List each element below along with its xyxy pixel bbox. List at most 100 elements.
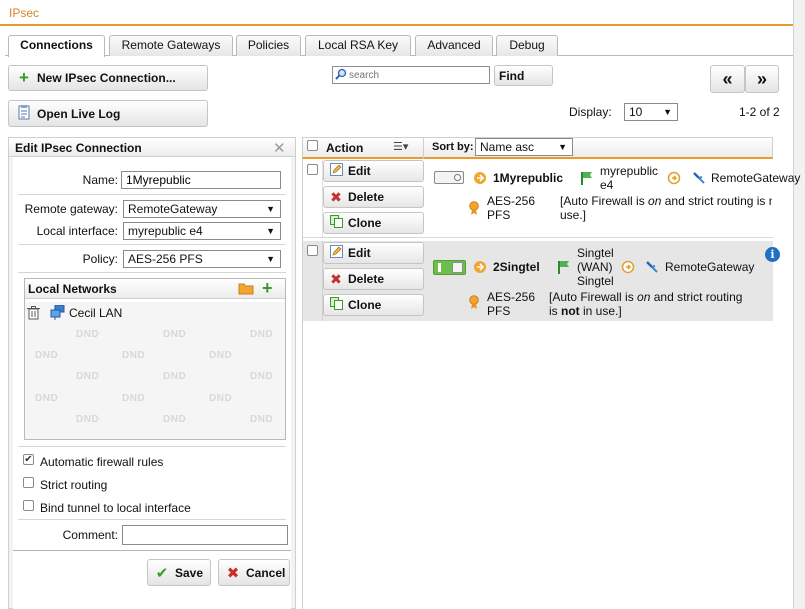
gateway-icon — [645, 260, 659, 277]
tab-advanced[interactable]: Advanced — [415, 35, 493, 56]
add-icon[interactable]: + — [262, 278, 273, 299]
select-all-checkbox[interactable] — [307, 140, 318, 151]
tab-policies[interactable]: Policies — [236, 35, 301, 56]
comment-label: Comment: — [62, 528, 118, 542]
firewall-note-line2: use.] — [560, 208, 587, 222]
enable-toggle[interactable] — [433, 260, 466, 275]
connection-icon — [473, 171, 487, 188]
sort-value: Name asc — [480, 140, 535, 154]
info-icon[interactable]: i — [765, 247, 780, 262]
edit-icon — [328, 163, 344, 179]
dnd-slot: DND — [122, 350, 146, 361]
action-column-header: Action — [326, 141, 364, 155]
dnd-slot: DND — [250, 414, 274, 425]
interface-icon — [580, 171, 593, 188]
local-interface-select[interactable]: myrepublic e4 ▼ — [123, 222, 281, 240]
row-checkbox[interactable] — [307, 245, 318, 256]
clone-label: Clone — [348, 216, 382, 230]
search-input[interactable] — [332, 66, 490, 84]
tab-remote-gateways[interactable]: Remote Gateways — [109, 35, 233, 56]
save-label: Save — [175, 565, 204, 580]
column-separator — [423, 137, 424, 159]
dnd-slot: DND — [35, 393, 59, 404]
tab-local-rsa-key[interactable]: Local RSA Key — [305, 35, 411, 56]
find-button[interactable]: Find — [494, 65, 553, 86]
strict-routing-label: Strict routing — [40, 478, 108, 492]
local-interface-value: myrepublic e4 — [128, 224, 203, 238]
local-network-item[interactable]: Cecil LAN — [69, 306, 122, 320]
remote-gateway-select[interactable]: RemoteGateway ▼ — [123, 200, 281, 218]
firewall-note-text: [Auto Firewall is — [560, 194, 649, 208]
remote-gateway-value: RemoteGateway — [128, 202, 218, 216]
close-icon[interactable]: ✕ — [273, 139, 286, 157]
delete-button[interactable]: ✖ Delete — [323, 186, 424, 208]
firewall-note-text: and strict routing is n — [661, 194, 772, 208]
dnd-slot: DND — [163, 371, 187, 382]
cancel-label: Cancel — [246, 565, 286, 580]
clone-icon — [328, 215, 344, 231]
edit-button[interactable]: Edit — [323, 242, 424, 264]
dnd-slot: DND — [163, 329, 187, 340]
column-menu-icon[interactable]: ☰▾ — [393, 140, 408, 153]
previous-page-button[interactable]: « — [710, 65, 745, 93]
delete-button[interactable]: ✖ Delete — [323, 268, 424, 290]
tab-debug[interactable]: Debug — [496, 35, 558, 56]
cancel-button[interactable]: ✖ Cancel — [218, 559, 290, 586]
open-live-log-button[interactable]: Open Live Log — [8, 100, 208, 127]
interface-name-line2: e4 — [600, 178, 614, 192]
gateway-name: RemoteGateway — [665, 260, 755, 274]
firewall-note-text: in use.] — [579, 304, 622, 318]
page-title: IPsec — [9, 6, 40, 20]
policy-icon — [468, 201, 480, 219]
chevron-down-icon: ▼ — [266, 204, 275, 214]
policy-icon — [468, 295, 480, 313]
firewall-note-not: not — [561, 304, 580, 318]
remote-gateway-label: Remote gateway: — [24, 202, 118, 216]
divider — [18, 244, 286, 245]
network-icon — [50, 304, 66, 323]
add-icon: + — [19, 68, 29, 87]
open-live-log-label: Open Live Log — [37, 106, 121, 121]
dnd-slot: DND — [250, 329, 274, 340]
strict-routing-checkbox[interactable] — [23, 477, 34, 488]
firewall-note: [Auto Firewall is on and strict routing — [549, 290, 742, 304]
name-field[interactable] — [121, 171, 281, 189]
comment-field[interactable] — [122, 525, 288, 545]
edit-button[interactable]: Edit — [323, 160, 424, 182]
bind-tunnel-label: Bind tunnel to local interface — [40, 501, 191, 515]
firewall-note-text: and strict routing — [650, 290, 743, 304]
enable-toggle[interactable] — [434, 171, 464, 184]
sort-select[interactable]: Name asc ▼ — [475, 138, 573, 156]
bind-tunnel-checkbox[interactable] — [23, 500, 34, 511]
divider — [18, 519, 286, 520]
interface-name-line1: myrepublic — [600, 164, 659, 178]
display-select[interactable]: 10 ▼ — [624, 103, 678, 121]
connection-name[interactable]: 1Myrepublic — [493, 171, 563, 185]
row-checkbox[interactable] — [307, 164, 318, 175]
tab-connections[interactable]: Connections — [8, 35, 105, 57]
policy-name-line2: PFS — [487, 208, 511, 222]
scrollbar[interactable] — [793, 0, 805, 609]
display-select-value: 10 — [629, 105, 643, 119]
local-interface-label: Local interface: — [36, 224, 118, 238]
automatic-firewall-label: Automatic firewall rules — [40, 455, 164, 469]
delete-icon: ✖ — [330, 270, 342, 287]
clone-button[interactable]: Clone — [323, 212, 424, 234]
interface-icon — [557, 260, 570, 277]
firewall-note-text: is — [549, 304, 561, 318]
next-page-button[interactable]: » — [745, 65, 779, 93]
policy-select[interactable]: AES-256 PFS ▼ — [123, 250, 281, 268]
dnd-slot: DND — [76, 329, 100, 340]
new-ipsec-connection-button[interactable]: + New IPsec Connection... — [8, 65, 208, 91]
folder-icon[interactable] — [238, 282, 254, 298]
clone-button[interactable]: Clone — [323, 294, 424, 316]
divider — [18, 272, 286, 273]
delete-label: Delete — [348, 190, 385, 204]
automatic-firewall-checkbox[interactable]: ✔ — [23, 454, 34, 465]
pagination-range: 1-2 of 2 — [739, 105, 780, 119]
connection-name[interactable]: 2Singtel — [493, 260, 540, 274]
trash-icon[interactable] — [27, 306, 40, 323]
connection-icon — [473, 260, 487, 277]
search-icon — [335, 68, 347, 80]
save-button[interactable]: ✔ Save — [147, 559, 211, 586]
